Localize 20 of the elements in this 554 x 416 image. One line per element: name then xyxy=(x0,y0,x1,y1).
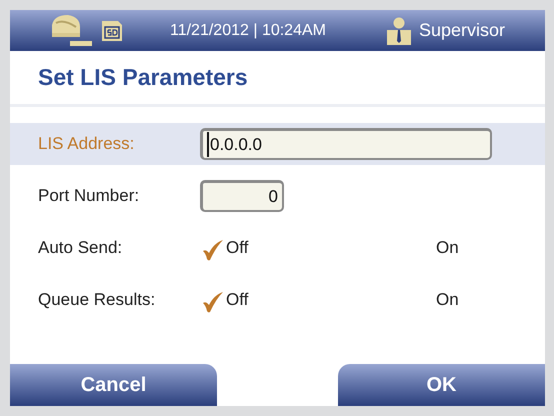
field-label: LIS Address: xyxy=(38,133,136,156)
option-toggle[interactable]: On xyxy=(412,235,459,261)
field-label: Port Number: xyxy=(38,185,140,208)
check-icon xyxy=(202,290,224,313)
user-role: Supervisor xyxy=(418,19,505,42)
date-time: 11/21/2012 | 10:24AM xyxy=(170,20,326,40)
option-toggle[interactable]: Off xyxy=(202,287,402,313)
option-toggle[interactable]: Off xyxy=(202,235,402,261)
page-title: Set LIS Parameters xyxy=(38,63,248,92)
sd-card-icon xyxy=(100,18,124,42)
drive-icon xyxy=(50,12,94,48)
person-icon xyxy=(386,16,411,44)
check-icon xyxy=(202,238,224,261)
field-label: Queue Results: xyxy=(38,289,156,312)
dialog-button[interactable]: Cancel xyxy=(10,364,217,406)
option-toggle[interactable]: On xyxy=(412,287,459,313)
field-label: Auto Send: xyxy=(38,237,124,260)
input-field[interactable]: 0 xyxy=(200,180,284,212)
dialog-button[interactable]: OK xyxy=(338,364,545,406)
input-field[interactable]: 0.0.0.0 xyxy=(200,128,492,160)
